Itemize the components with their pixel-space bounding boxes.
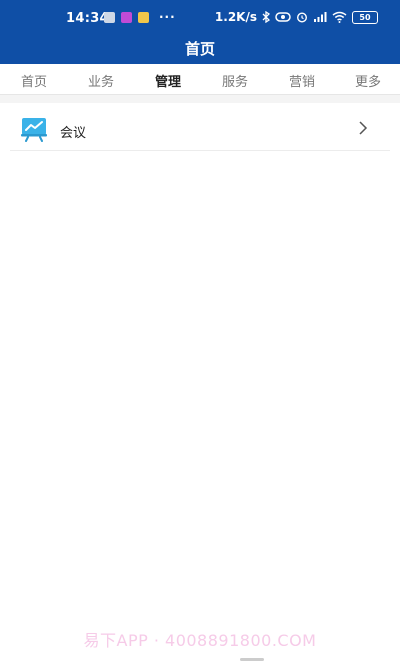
list-item-label: 会议 bbox=[60, 126, 87, 141]
tab-management-label: 管理 bbox=[154, 75, 181, 90]
signal-icon bbox=[314, 12, 327, 22]
tab-management[interactable]: 管理 bbox=[143, 71, 193, 99]
status-bar: 14:34 ··· 1.2K/s 50 bbox=[0, 0, 400, 36]
app-notification-icon bbox=[104, 12, 115, 23]
presentation-chart-icon bbox=[21, 118, 47, 142]
tab-bar: 首页 业务 管理 服务 营销 更多 bbox=[0, 64, 400, 99]
chevron-right-icon bbox=[359, 121, 368, 135]
more-notifications-indicator: ··· bbox=[159, 10, 176, 24]
section-divider bbox=[0, 95, 400, 103]
battery-icon: 50 bbox=[352, 10, 378, 24]
page-title: 首页 bbox=[184, 40, 215, 58]
status-indicators: 1.2K/s 50 bbox=[215, 10, 378, 24]
tab-service[interactable]: 服务 bbox=[210, 71, 260, 90]
tab-more[interactable]: 更多 bbox=[343, 71, 393, 90]
tab-marketing[interactable]: 营销 bbox=[277, 71, 327, 90]
status-time: 14:34 bbox=[66, 11, 109, 26]
link-icon bbox=[275, 12, 291, 22]
network-speed: 1.2K/s bbox=[214, 10, 257, 24]
battery-level: 50 bbox=[359, 12, 371, 22]
watermark: 易下APP · 4008891800.COM bbox=[83, 631, 317, 650]
app-screen: 14:34 ··· 1.2K/s 50 首页 首页 业务 管理 服务 营销 更多… bbox=[0, 0, 400, 661]
tab-home[interactable]: 首页 bbox=[9, 71, 59, 90]
tab-business[interactable]: 业务 bbox=[76, 71, 126, 90]
alarm-icon bbox=[296, 12, 308, 23]
wifi-icon bbox=[332, 11, 347, 23]
app-notification-icon bbox=[121, 12, 132, 23]
app-header: 14:34 ··· 1.2K/s 50 首页 bbox=[0, 0, 400, 64]
notification-icons: ··· bbox=[104, 10, 176, 24]
list-item-meeting[interactable]: 会议 bbox=[10, 110, 390, 151]
message-notification-icon bbox=[138, 12, 149, 23]
bluetooth-icon bbox=[262, 11, 270, 23]
